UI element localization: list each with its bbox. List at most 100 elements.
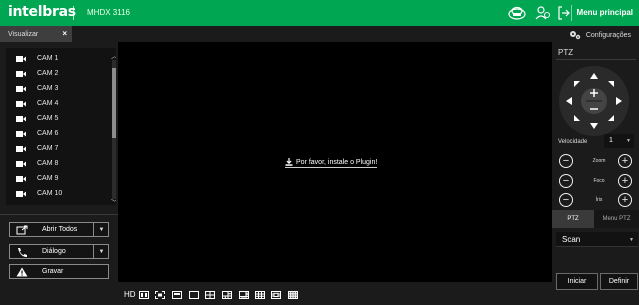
ptz-direction-pad[interactable] [558, 65, 630, 137]
hd-quality-toggle[interactable]: HD [124, 290, 136, 299]
camera-item[interactable]: CAM 2 [6, 67, 110, 81]
camera-item[interactable]: CAM 9 [6, 172, 110, 186]
camera-label: CAM 2 [37, 70, 59, 77]
close-icon[interactable]: × [62, 29, 67, 38]
layout-8-icon[interactable] [239, 291, 249, 299]
layout-4-icon[interactable] [205, 291, 215, 299]
camera-item[interactable]: CAM 4 [6, 97, 110, 111]
abrir-todos-button[interactable]: Abrir Todos ▼ [9, 222, 109, 237]
open-all-icon [16, 225, 28, 235]
camera-list-scrollbar[interactable]: ︿ ﹀ [110, 52, 116, 205]
camera-item[interactable]: CAM 1 [6, 52, 110, 66]
scroll-down-icon[interactable]: ﹀ [110, 199, 116, 205]
camera-icon [16, 71, 26, 77]
layout-6-icon[interactable] [222, 291, 232, 299]
zoom-label: Zoom [592, 158, 606, 164]
camera-item[interactable]: CAM 7 [6, 142, 110, 156]
cloud-icon[interactable] [507, 3, 527, 23]
camera-label: CAM 8 [37, 160, 59, 167]
camera-icon [16, 86, 26, 92]
velocidade-value: 1 [609, 137, 613, 144]
logout-icon[interactable] [557, 3, 571, 23]
gears-icon [569, 31, 581, 40]
scan-value: Scan [562, 235, 581, 244]
camera-icon [16, 191, 26, 197]
camera-label: CAM 9 [37, 175, 59, 182]
dialogo-button[interactable]: Diálogo ▼ [9, 244, 109, 259]
camera-icon [16, 116, 26, 122]
camera-label: CAM 10 [37, 190, 63, 197]
dvr-web-client: intelbras MHDX 3116 Menu principal Visua… [0, 0, 639, 305]
plugin-message: Por favor, instale o Plugin! [296, 158, 378, 166]
camera-item[interactable]: CAM 3 [6, 82, 110, 96]
warning-icon [16, 267, 28, 277]
iris-label: Íris [595, 197, 603, 203]
camera-icon [16, 101, 26, 107]
zoom-row: − Zoom + [552, 154, 639, 168]
camera-label: CAM 1 [37, 55, 59, 62]
camera-item[interactable]: CAM 6 [6, 127, 110, 141]
chevron-down-icon: ▼ [629, 237, 634, 243]
configuracoes-button[interactable]: Configurações [569, 30, 631, 40]
camera-item[interactable]: CAM 8 [6, 157, 110, 171]
chevron-down-icon: ▼ [626, 138, 631, 144]
foco-label: Foco [593, 178, 605, 184]
ptz-panel: PTZ Velocidade 1 ▼ − Zoom + − Foco + − Í… [552, 42, 639, 305]
scroll-up-icon[interactable]: ︿ [110, 52, 116, 60]
camera-icon [16, 131, 26, 137]
gravar-button[interactable]: Gravar [9, 264, 109, 279]
camera-item[interactable]: CAM 11 [6, 202, 110, 205]
iniciar-button[interactable]: Iniciar [556, 273, 598, 290]
layout-9-icon[interactable] [255, 291, 265, 299]
camera-icon [16, 56, 26, 62]
iris-row: − Íris + [552, 193, 639, 207]
camera-label: CAM 3 [37, 85, 59, 92]
layout-single-icon[interactable] [189, 291, 199, 299]
layout-16-icon[interactable] [288, 291, 298, 299]
tab-visualizar[interactable]: Visualizar × [0, 26, 72, 42]
abrir-todos-label: Abrir Todos [42, 226, 78, 233]
main-menu-link[interactable]: Menu principal [577, 8, 633, 17]
fullscreen-icon[interactable] [155, 291, 165, 299]
velocidade-select[interactable]: 1 ▼ [604, 134, 634, 148]
video-viewport[interactable]: Por favor, instale o Plugin! [118, 42, 552, 282]
dialogo-label: Diálogo [42, 248, 66, 255]
scroll-thumb[interactable] [112, 68, 116, 138]
tab-menu-ptz[interactable]: Menu PTZ [594, 210, 639, 228]
configuracoes-label: Configurações [585, 31, 631, 39]
install-plugin-link[interactable]: Por favor, instale o Plugin! [285, 158, 378, 168]
camera-label: CAM 7 [37, 145, 59, 152]
iris-minus-icon[interactable]: − [559, 193, 573, 207]
tab-row: Visualizar × Configurações [0, 26, 639, 42]
definir-button[interactable]: Definir [600, 273, 638, 290]
camera-label: CAM 4 [37, 100, 59, 107]
camera-label: CAM 6 [37, 130, 59, 137]
layout-1-icon[interactable] [172, 291, 182, 299]
stream-icon[interactable] [139, 291, 149, 299]
camera-item[interactable]: CAM 5 [6, 112, 110, 126]
camera-item[interactable]: CAM 10 [6, 187, 110, 201]
panel-divider [0, 214, 118, 215]
dialogo-dropdown-icon[interactable]: ▼ [93, 245, 109, 258]
camera-icon [16, 161, 26, 167]
abrir-todos-dropdown-icon[interactable]: ▼ [93, 223, 109, 236]
tab-ptz[interactable]: PTZ [552, 210, 594, 228]
logo-divider [73, 6, 74, 20]
focus-plus-icon[interactable]: + [618, 174, 632, 188]
users-icon[interactable] [533, 3, 553, 23]
phone-icon [18, 248, 27, 257]
ptz-title: PTZ [558, 48, 574, 57]
scan-select[interactable]: Scan ▼ [556, 232, 638, 247]
top-bar: intelbras MHDX 3116 Menu principal [0, 0, 639, 26]
layout-13-icon[interactable] [271, 291, 281, 299]
ptz-divider [556, 59, 636, 60]
iris-plus-icon[interactable]: + [618, 193, 632, 207]
device-model: MHDX 3116 [87, 8, 130, 17]
zoom-in-icon[interactable]: + [618, 154, 632, 168]
camera-label: CAM 5 [37, 115, 59, 122]
focus-minus-icon[interactable]: − [559, 174, 573, 188]
bottom-toolbar: HD [118, 282, 552, 305]
zoom-out-icon[interactable]: − [559, 154, 573, 168]
camera-icon [16, 146, 26, 152]
gravar-label: Gravar [42, 268, 64, 275]
